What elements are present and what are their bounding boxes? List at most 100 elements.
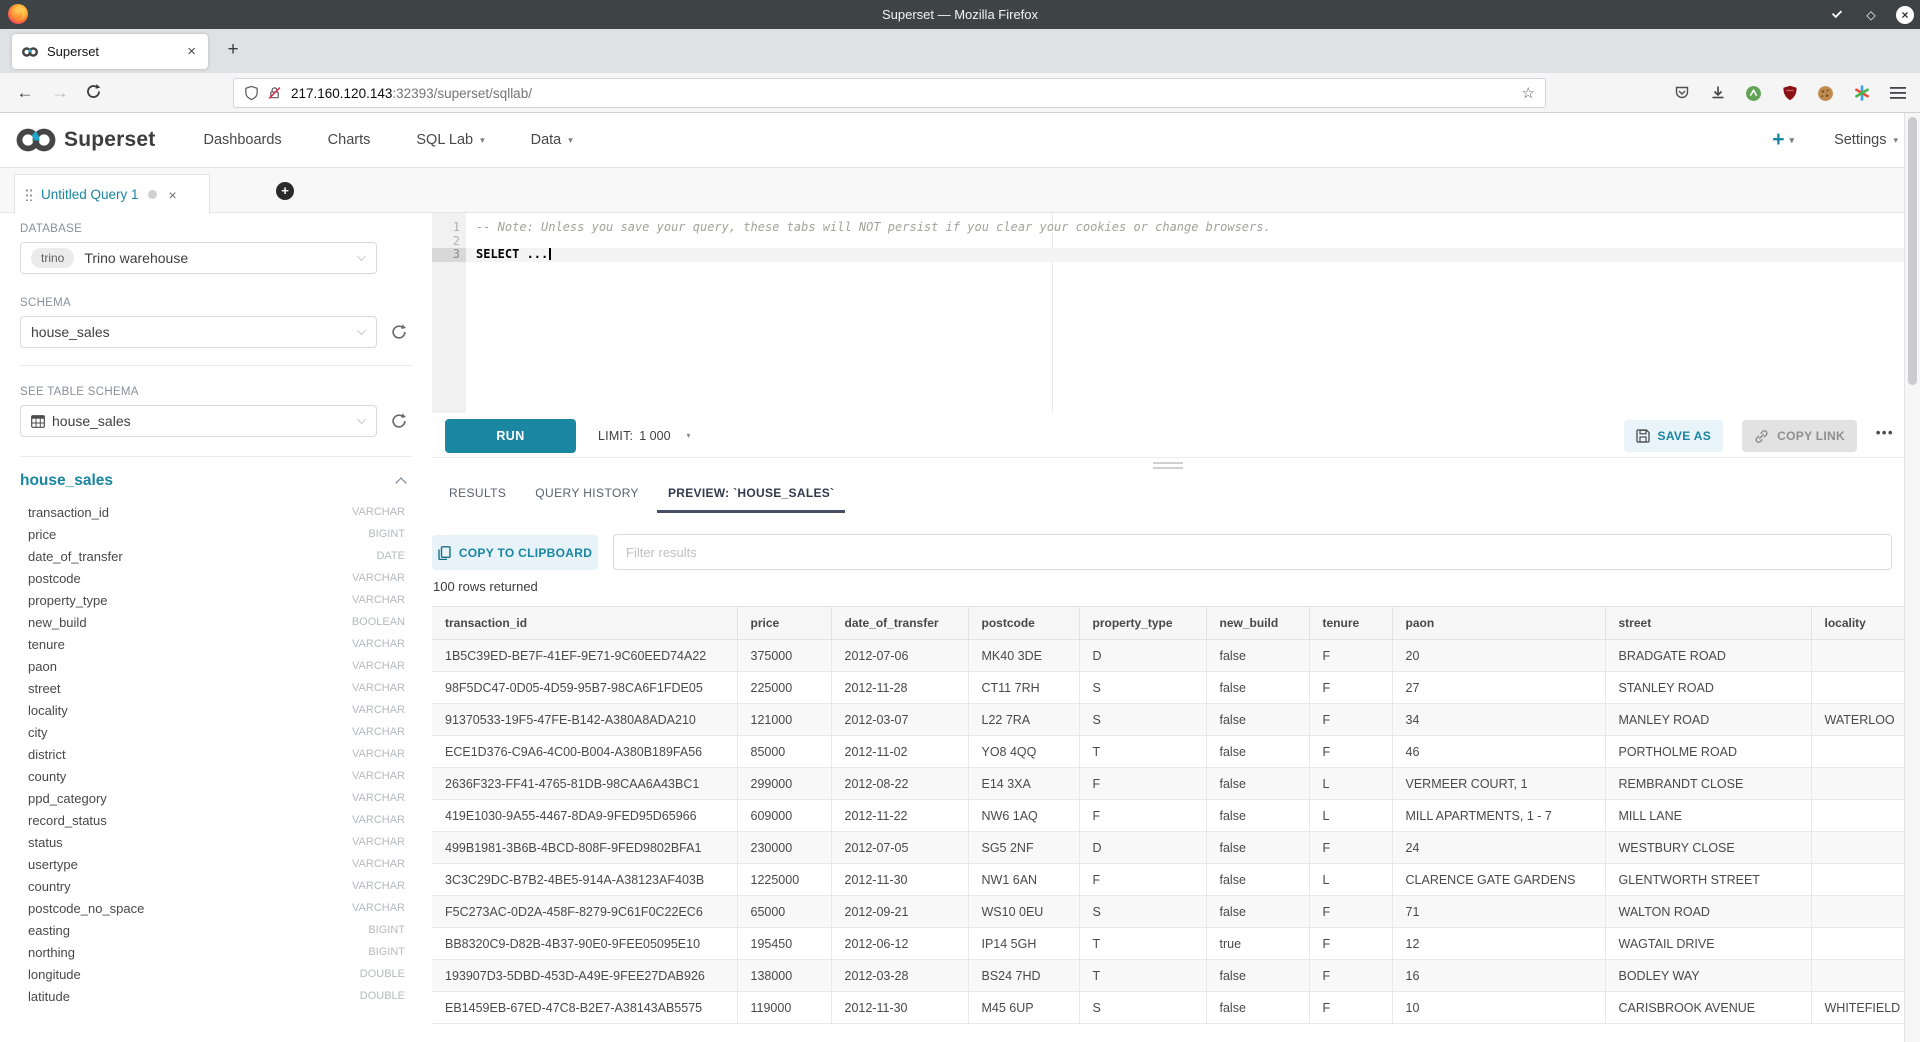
table-cell: F bbox=[1309, 928, 1392, 960]
superset-navbar: Superset Dashboards Charts SQL Lab▾ Data▾ +… bbox=[0, 113, 1920, 168]
drag-handle-icon[interactable] bbox=[25, 188, 32, 201]
forward-button[interactable]: → bbox=[48, 81, 72, 105]
limit-dropdown[interactable]: LIMIT: 1 000 ▾ bbox=[598, 413, 691, 458]
table-cell: F bbox=[1309, 992, 1392, 1024]
table-cell: false bbox=[1206, 800, 1309, 832]
column-header-paon[interactable]: paon bbox=[1392, 607, 1605, 640]
copy-to-clipboard-button[interactable]: COPY TO CLIPBOARD bbox=[432, 535, 598, 570]
browser-tab-superset[interactable]: Superset × bbox=[12, 34, 208, 69]
filter-results-input[interactable] bbox=[613, 534, 1892, 570]
nav-item-label: Data bbox=[531, 132, 562, 148]
window-minimize-button[interactable] bbox=[1828, 6, 1846, 24]
column-header-price[interactable]: price bbox=[737, 607, 831, 640]
table-value: house_sales bbox=[52, 413, 131, 429]
table-cell: F bbox=[1309, 960, 1392, 992]
nav-item-dashboards[interactable]: Dashboards bbox=[203, 132, 281, 148]
table-cell: MK40 3DE bbox=[968, 640, 1079, 672]
cookie-icon[interactable] bbox=[1817, 85, 1834, 102]
table-cell: 2012-11-30 bbox=[831, 992, 968, 1024]
extension-asterisk-icon[interactable] bbox=[1853, 85, 1870, 102]
column-header-postcode[interactable]: postcode bbox=[968, 607, 1079, 640]
column-header-street[interactable]: street bbox=[1605, 607, 1811, 640]
tab-close-icon[interactable]: × bbox=[184, 43, 199, 60]
table-cell: 2012-09-21 bbox=[831, 896, 968, 928]
nav-item-charts[interactable]: Charts bbox=[328, 132, 371, 148]
table-cell: 71 bbox=[1392, 896, 1605, 928]
table-cell: 2012-11-02 bbox=[831, 736, 968, 768]
download-icon[interactable] bbox=[1709, 85, 1726, 102]
nav-item-data[interactable]: Data▾ bbox=[531, 132, 573, 148]
column-name: property_type bbox=[28, 593, 108, 608]
unsaved-state-dot bbox=[148, 190, 157, 199]
back-button[interactable]: ← bbox=[13, 81, 37, 105]
collapse-chevron-up-icon[interactable] bbox=[395, 477, 406, 488]
url-bar[interactable]: 217.160.120.143 :32393/superset/sqllab/ … bbox=[233, 78, 1546, 108]
pane-resize-handle[interactable] bbox=[1153, 462, 1183, 472]
bookmark-star-icon[interactable]: ☆ bbox=[1522, 84, 1535, 102]
column-header-property_type[interactable]: property_type bbox=[1079, 607, 1206, 640]
schema-column-row: countyVARCHAR bbox=[20, 765, 412, 787]
window-close-button[interactable]: × bbox=[1896, 6, 1914, 24]
schema-column-row: postcodeVARCHAR bbox=[20, 567, 412, 589]
table-cell: 299000 bbox=[737, 768, 831, 800]
column-header-new_build[interactable]: new_build bbox=[1206, 607, 1309, 640]
results-tab-results[interactable]: RESULTS bbox=[438, 475, 517, 513]
see-table-schema-label: SEE TABLE SCHEMA bbox=[20, 386, 412, 398]
more-options-button[interactable]: ••• bbox=[1876, 425, 1894, 440]
database-select[interactable]: trino Trino warehouse bbox=[20, 242, 377, 274]
pocket-icon[interactable] bbox=[1673, 85, 1690, 102]
table-cell: 2012-11-30 bbox=[831, 864, 968, 896]
copy-link-button[interactable]: COPY LINK bbox=[1742, 420, 1857, 452]
table-cell: E14 3XA bbox=[968, 768, 1079, 800]
query-tab-untitled-query-1[interactable]: Untitled Query 1 × bbox=[14, 174, 210, 214]
table-cell bbox=[1811, 736, 1904, 768]
column-header-locality[interactable]: locality bbox=[1811, 607, 1904, 640]
schema-select[interactable]: house_sales bbox=[20, 316, 377, 348]
page-scrollbar-thumb[interactable] bbox=[1908, 117, 1917, 385]
shield-icon[interactable] bbox=[244, 85, 259, 101]
table-cell: 2636F323-FF41-4765-81DB-98CAA6A43BC1 bbox=[432, 768, 737, 800]
reload-button[interactable] bbox=[85, 83, 102, 100]
results-tab-preview-house-sales[interactable]: PREVIEW: `HOUSE_SALES` bbox=[657, 475, 845, 513]
table-cell: 1225000 bbox=[737, 864, 831, 896]
table-cell: 2012-03-28 bbox=[831, 960, 968, 992]
new-tab-button[interactable]: + bbox=[218, 35, 248, 65]
schema-column-row: northingBIGINT bbox=[20, 941, 412, 963]
refresh-tables-button[interactable] bbox=[390, 412, 408, 430]
schema-column-row: eastingBIGINT bbox=[20, 919, 412, 941]
privacy-badger-icon[interactable] bbox=[1745, 85, 1762, 102]
table-cell: 65000 bbox=[737, 896, 831, 928]
schema-column-row: longitudeDOUBLE bbox=[20, 963, 412, 985]
column-type: VARCHAR bbox=[352, 792, 405, 804]
page-scrollbar-track[interactable] bbox=[1904, 113, 1920, 1042]
column-header-date_of_transfer[interactable]: date_of_transfer bbox=[831, 607, 968, 640]
column-header-transaction_id[interactable]: transaction_id bbox=[432, 607, 737, 640]
schema-value: house_sales bbox=[31, 324, 110, 340]
nav-item-sql-lab[interactable]: SQL Lab▾ bbox=[416, 132, 484, 148]
sql-code-editor[interactable]: 123 -- Note: Unless you save your query,… bbox=[432, 213, 1904, 413]
schema-column-row: cityVARCHAR bbox=[20, 721, 412, 743]
brand-title[interactable]: Superset bbox=[64, 128, 155, 152]
column-header-tenure[interactable]: tenure bbox=[1309, 607, 1392, 640]
browser-toolbar: ← → 217.160.120.143 :32393/superset/sqll… bbox=[0, 73, 1920, 113]
insecure-lock-icon[interactable] bbox=[267, 85, 282, 101]
settings-menu[interactable]: Settings ▾ bbox=[1834, 132, 1898, 148]
run-button[interactable]: RUN bbox=[445, 419, 576, 453]
table-cell bbox=[1811, 960, 1904, 992]
hamburger-menu-icon[interactable] bbox=[1889, 85, 1906, 102]
refresh-schemas-button[interactable] bbox=[390, 323, 408, 341]
table-select[interactable]: house_sales bbox=[20, 405, 377, 437]
results-tab-query-history[interactable]: QUERY HISTORY bbox=[524, 475, 650, 513]
save-as-button[interactable]: SAVE AS bbox=[1624, 420, 1723, 452]
add-query-tab-button[interactable]: + bbox=[276, 182, 294, 200]
superset-logo-icon[interactable] bbox=[14, 127, 58, 153]
table-cell: WESTBURY CLOSE bbox=[1605, 832, 1811, 864]
query-tab-close-icon[interactable]: × bbox=[169, 187, 177, 203]
table-cell: 419E1030-9A55-4467-8DA9-9FED95D65966 bbox=[432, 800, 737, 832]
chevron-down-icon bbox=[1832, 8, 1842, 18]
table-row: 3C3C29DC-B7B2-4BE5-914A-A38123AF403B1225… bbox=[432, 864, 1904, 896]
window-maximize-button[interactable]: ◇ bbox=[1862, 6, 1880, 24]
ublock-shield-icon[interactable] bbox=[1781, 85, 1798, 102]
add-new-button[interactable]: + ▾ bbox=[1772, 128, 1794, 152]
editor-toolbar: RUN LIMIT: 1 000 ▾ SAVE AS bbox=[432, 413, 1904, 458]
